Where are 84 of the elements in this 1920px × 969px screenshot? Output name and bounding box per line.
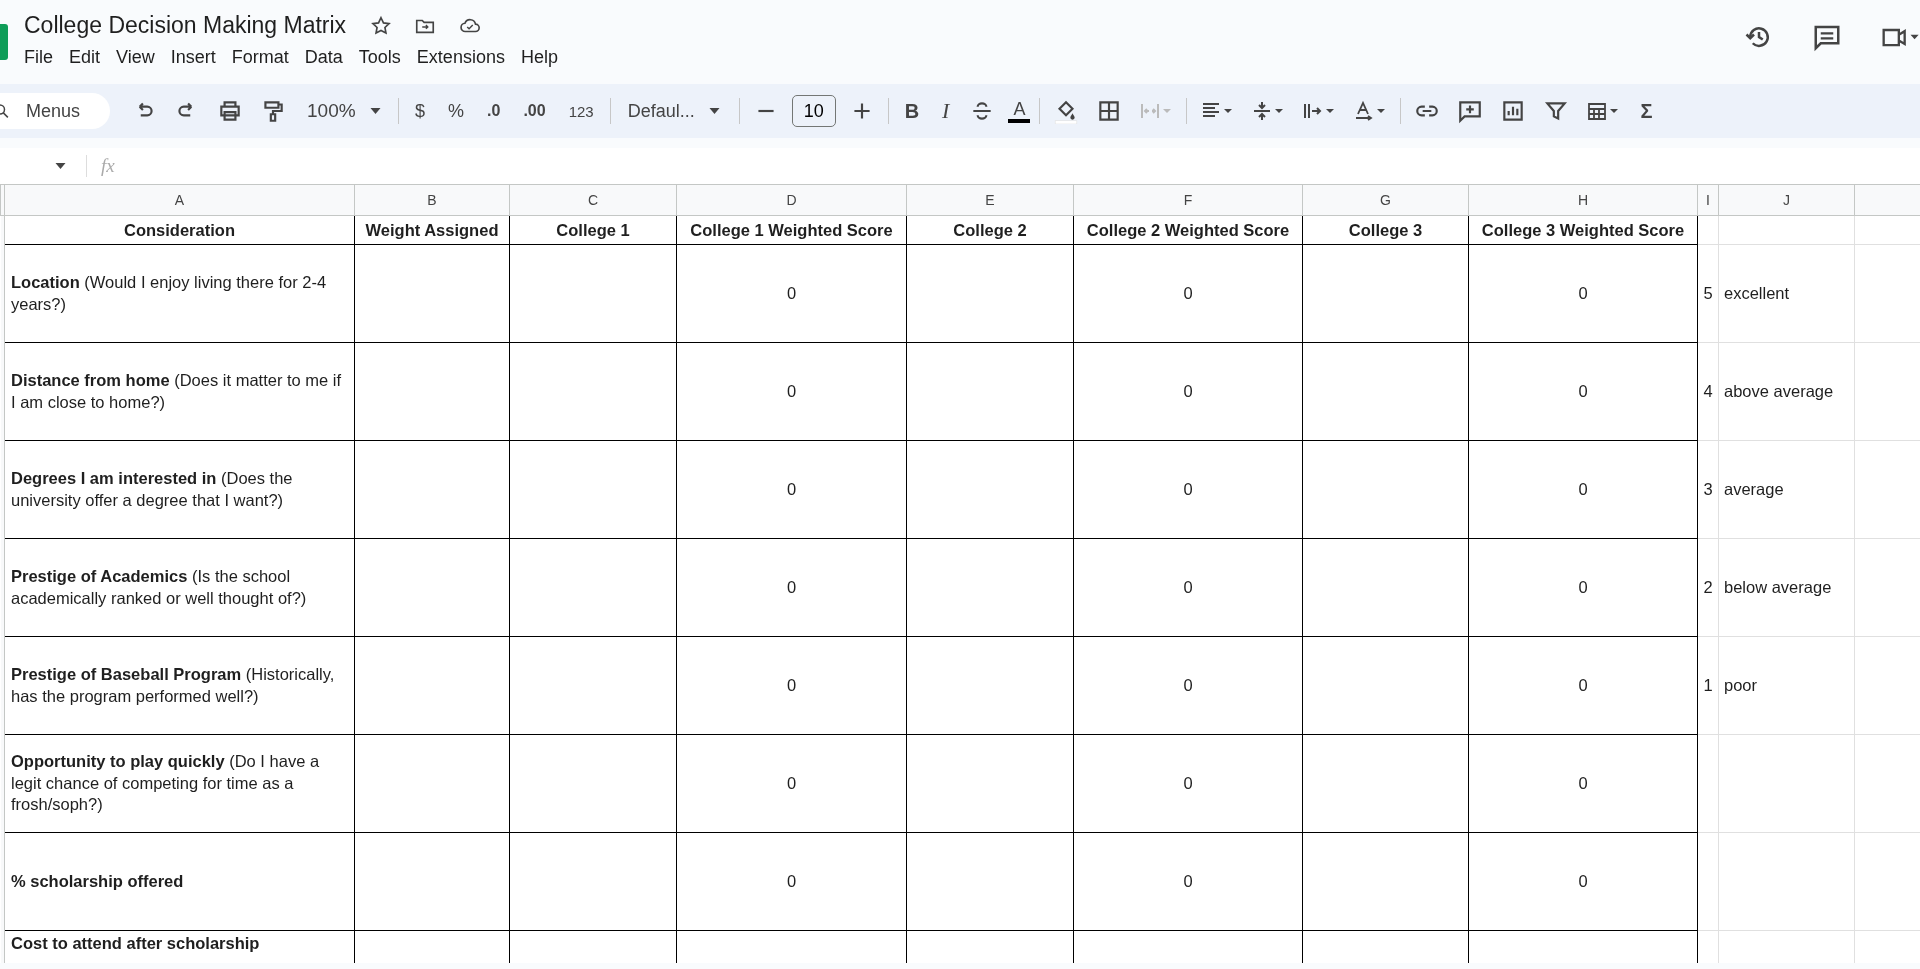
table-cell: % scholarship offered bbox=[4, 832, 355, 931]
table-cell: 0 bbox=[786, 578, 797, 596]
table-cell: 0 bbox=[786, 676, 797, 694]
table-cell: below average bbox=[1724, 578, 1832, 596]
header-cell: College 1 Weighted Score bbox=[676, 215, 907, 245]
header-cell: College 2 bbox=[906, 215, 1074, 245]
table-cell: Opportunity to play quickly (Do I have a legit chance of competing for time as a frosh/soph?) bbox=[4, 734, 355, 833]
column-header[interactable]: B bbox=[354, 184, 510, 216]
menu-item[interactable]: Data bbox=[296, 45, 351, 70]
column-header[interactable]: G bbox=[1302, 184, 1469, 216]
number-format-button[interactable]: 123 bbox=[561, 98, 601, 124]
table-cell: 0 bbox=[1183, 578, 1193, 596]
table-cell: 0 bbox=[1578, 872, 1588, 890]
column-header[interactable]: J bbox=[1718, 184, 1855, 216]
menu-item[interactable]: Extensions bbox=[408, 45, 513, 70]
table-cell: 0 bbox=[786, 284, 797, 302]
table-cell: 0 bbox=[1578, 774, 1588, 792]
bold-button[interactable]: B bbox=[897, 95, 927, 127]
caret-icon[interactable] bbox=[55, 163, 66, 169]
star-icon[interactable] bbox=[370, 14, 393, 37]
table-cell: 0 bbox=[1183, 872, 1193, 890]
column-header[interactable]: F bbox=[1073, 184, 1303, 216]
table-cell: 0 bbox=[786, 774, 797, 792]
table-cell: 0 bbox=[1578, 480, 1588, 498]
header-cell: College 3 bbox=[1302, 215, 1469, 245]
table-cell: 0 bbox=[1183, 382, 1193, 400]
zoom-dropdown[interactable]: 100% bbox=[299, 96, 389, 126]
caret-icon bbox=[708, 108, 720, 114]
table-cell: average bbox=[1724, 480, 1784, 498]
table-cell: Distance from home (Does it matter to me if I am close to home?) bbox=[4, 342, 355, 441]
column-header[interactable]: D bbox=[676, 184, 907, 216]
menu-item[interactable]: Tools bbox=[350, 45, 409, 70]
table-cell: 0 bbox=[1183, 284, 1193, 302]
column-header[interactable]: C bbox=[509, 184, 677, 216]
header-cell: Weight Assigned bbox=[354, 215, 510, 245]
functions-button[interactable]: Σ bbox=[1633, 95, 1660, 127]
table-cell: 4 bbox=[1703, 382, 1713, 400]
italic-button[interactable]: I bbox=[935, 94, 957, 128]
table-cell: Prestige of Baseball Program (Historically, has the program performed well?) bbox=[4, 636, 355, 735]
percent-button[interactable]: % bbox=[441, 96, 472, 126]
header-cell: College 2 Weighted Score bbox=[1073, 215, 1303, 245]
formula-label: fx bbox=[101, 155, 115, 177]
header-cell: College 3 Weighted Score bbox=[1468, 215, 1698, 245]
table-cell: poor bbox=[1724, 676, 1758, 694]
table-cell: 0 bbox=[786, 872, 797, 890]
table-cell: 0 bbox=[1183, 774, 1193, 792]
increase-decimal-button[interactable]: .00 bbox=[516, 98, 553, 124]
font-dropdown[interactable]: Defaul... bbox=[619, 96, 730, 126]
table-cell: above average bbox=[1724, 382, 1834, 400]
document-title[interactable]: College Decision Making Matrix bbox=[24, 12, 347, 39]
menu-item[interactable]: Insert bbox=[162, 45, 224, 70]
menus-search-field[interactable]: Menus bbox=[0, 93, 110, 129]
table-cell: 3 bbox=[1703, 480, 1713, 498]
table-cell: 0 bbox=[786, 382, 797, 400]
header-cell: College 1 bbox=[509, 215, 677, 245]
decrease-decimal-button[interactable]: .0 bbox=[480, 98, 508, 124]
caret-icon bbox=[369, 108, 381, 114]
table-cell: 0 bbox=[1183, 480, 1193, 498]
table-cell: 1 bbox=[1703, 676, 1713, 694]
table-cell: 2 bbox=[1703, 578, 1713, 596]
menu-item[interactable]: Format bbox=[223, 45, 297, 70]
font-size-field[interactable]: 10 bbox=[791, 95, 836, 127]
table-cell: 0 bbox=[1578, 578, 1588, 596]
menu-item[interactable]: File bbox=[16, 45, 61, 70]
table-cell: 0 bbox=[786, 480, 797, 498]
text-color-button[interactable]: A bbox=[1008, 99, 1031, 123]
table-cell: 5 bbox=[1703, 284, 1713, 302]
table-cell: 0 bbox=[1578, 382, 1588, 400]
menu-item[interactable]: View bbox=[108, 45, 163, 70]
column-header[interactable]: I bbox=[1697, 184, 1719, 216]
column-header[interactable]: H bbox=[1468, 184, 1698, 216]
column-header[interactable]: E bbox=[906, 184, 1074, 216]
table-cell: excellent bbox=[1724, 284, 1790, 302]
table-cell: 0 bbox=[1183, 676, 1193, 694]
table-cell: Location (Would I enjoy living there for 2-4 years?) bbox=[4, 244, 355, 343]
table-cell: 0 bbox=[1578, 676, 1588, 694]
table-cell: 0 bbox=[1578, 284, 1588, 302]
currency-button[interactable]: $ bbox=[408, 96, 432, 126]
menu-item[interactable]: Help bbox=[512, 45, 566, 70]
column-header[interactable]: A bbox=[4, 184, 355, 216]
table-cell: Degrees I am interested in (Does the university offer a degree that I want?) bbox=[4, 440, 355, 539]
table-cell: Prestige of Academics (Is the school academically ranked or well thought of?) bbox=[4, 538, 355, 637]
menu-item[interactable]: Edit bbox=[61, 45, 109, 70]
header-cell: Consideration bbox=[4, 215, 355, 245]
